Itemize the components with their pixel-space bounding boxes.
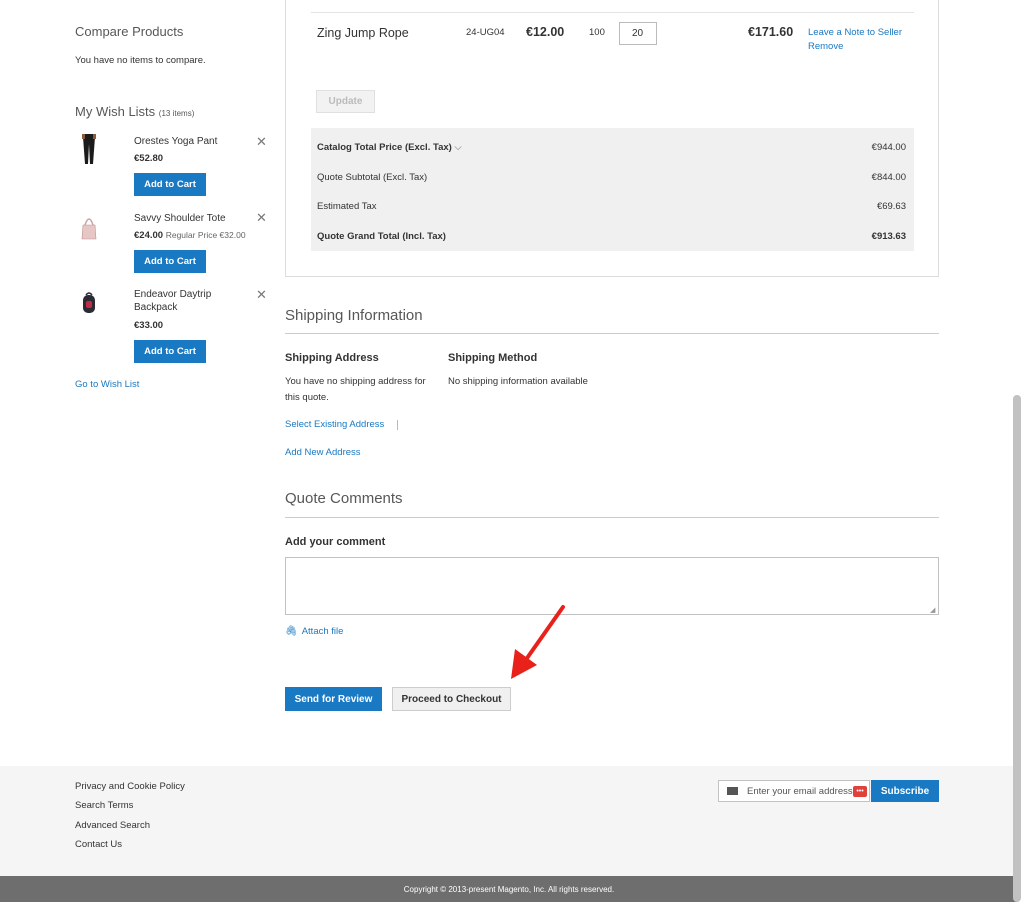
divider [311, 12, 914, 13]
add-to-cart-button[interactable]: Add to Cart [134, 340, 206, 363]
add-to-cart-button[interactable]: Add to Cart [134, 250, 206, 273]
divider [285, 333, 939, 334]
footer-link-privacy[interactable]: Privacy and Cookie Policy [75, 781, 185, 792]
totals-label: Quote Grand Total (Incl. Tax) [317, 231, 446, 242]
regular-price: Regular Price €32.00 [165, 230, 246, 240]
add-new-address-link[interactable]: Add New Address [285, 447, 361, 458]
proceed-to-checkout-button[interactable]: Proceed to Checkout [392, 687, 511, 711]
scrollbar-thumb[interactable] [1013, 395, 1021, 902]
close-icon[interactable]: ✕ [256, 288, 267, 301]
price-value: €33.00 [134, 320, 164, 331]
product-name[interactable]: Zing Jump Rope [317, 26, 409, 40]
wishlist-title: My Wish Lists (13 items) [75, 104, 194, 119]
update-button[interactable]: Update [316, 90, 375, 113]
leave-note-link[interactable]: Leave a Note to Seller [808, 27, 902, 38]
password-manager-icon: ••• [853, 786, 867, 797]
add-comment-label: Add your comment [285, 536, 386, 548]
backpack-icon[interactable] [79, 290, 99, 316]
annotation-arrow-icon [511, 605, 565, 679]
remove-link[interactable]: Remove [808, 41, 843, 52]
shipping-address-text: You have no shipping address for this qu… [285, 376, 426, 403]
close-icon[interactable]: ✕ [256, 211, 267, 224]
qty-input[interactable]: 20 [619, 22, 657, 45]
wishlist-item-name[interactable]: Orestes Yoga Pant [134, 135, 217, 148]
totals-row-grand: Quote Grand Total (Incl. Tax) €913.63 [317, 231, 906, 242]
totals-row-catalog[interactable]: Catalog Total Price (Excl. Tax) ⌵ €944.0… [317, 142, 906, 153]
newsletter-placeholder: Enter your email address [747, 785, 853, 797]
price-value: €24.00 [134, 230, 164, 241]
send-for-review-button[interactable]: Send for Review [285, 687, 382, 711]
compare-products-title: Compare Products [75, 24, 184, 39]
add-to-cart-button[interactable]: Add to Cart [134, 173, 206, 196]
totals-label: Estimated Tax [317, 201, 377, 212]
subscribe-button[interactable]: Subscribe [871, 780, 939, 802]
wishlist-item-price: €33.00 [134, 320, 163, 331]
shipping-address-heading: Shipping Address [285, 352, 379, 364]
chevron-down-icon: ⌵ [454, 142, 462, 153]
wishlist-count: (13 items) [158, 109, 195, 118]
resize-handle-icon[interactable]: ◢ [930, 606, 935, 614]
product-sku: 24-UG04 [466, 27, 505, 38]
divider [397, 420, 398, 430]
select-existing-address-link[interactable]: Select Existing Address [285, 419, 384, 430]
envelope-icon [727, 787, 738, 795]
wishlist-item-name[interactable]: Savvy Shoulder Tote [134, 212, 226, 225]
wishlist-item-price: €24.00 Regular Price €32.00 [134, 230, 246, 241]
go-to-wishlist-link[interactable]: Go to Wish List [75, 379, 139, 390]
wishlist-item-price: €52.80 [134, 153, 163, 164]
footer-link-contact[interactable]: Contact Us [75, 839, 122, 850]
totals-value: €944.00 [871, 142, 906, 153]
close-icon[interactable]: ✕ [256, 135, 267, 148]
price-value: €52.80 [134, 153, 164, 164]
wishlist-item-name[interactable]: Endeavor Daytrip Backpack [134, 288, 234, 314]
paperclip-icon: 🖇 [285, 626, 298, 637]
tote-bag-icon[interactable] [78, 212, 100, 242]
divider [285, 517, 939, 518]
wishlist-title-text: My Wish Lists [75, 104, 156, 119]
shipping-method-heading: Shipping Method [448, 352, 538, 364]
compare-empty-text: You have no items to compare. [75, 55, 206, 66]
totals-panel: Catalog Total Price (Excl. Tax) ⌵ €944.0… [311, 128, 914, 251]
comment-textarea[interactable] [285, 557, 939, 615]
totals-label-text: Catalog Total Price (Excl. Tax) [317, 142, 452, 153]
totals-row-subtotal: Quote Subtotal (Excl. Tax) €844.00 [317, 172, 906, 183]
newsletter-email-field[interactable]: Enter your email address ••• [718, 780, 870, 802]
product-price: €12.00 [526, 25, 565, 39]
quote-comments-title: Quote Comments [285, 490, 403, 507]
original-qty: 100 [589, 27, 605, 38]
attach-file[interactable]: 🖇 Attach file [285, 626, 343, 637]
copyright: Copyright © 2013-present Magento, Inc. A… [0, 876, 1018, 902]
totals-row-tax: Estimated Tax €69.63 [317, 201, 906, 212]
shipping-method-text: No shipping information available [448, 376, 588, 387]
totals-label: Catalog Total Price (Excl. Tax) ⌵ [317, 142, 462, 153]
pants-icon[interactable] [78, 133, 100, 165]
shipping-title: Shipping Information [285, 307, 423, 324]
totals-value: €913.63 [871, 231, 906, 242]
totals-value: €69.63 [876, 201, 906, 212]
totals-value: €844.00 [871, 172, 906, 183]
footer-link-advanced-search[interactable]: Advanced Search [75, 820, 150, 831]
totals-label: Quote Subtotal (Excl. Tax) [317, 172, 428, 183]
row-subtotal: €171.60 [748, 25, 794, 39]
attach-file-link[interactable]: Attach file [302, 626, 344, 637]
footer-link-search-terms[interactable]: Search Terms [75, 800, 133, 811]
